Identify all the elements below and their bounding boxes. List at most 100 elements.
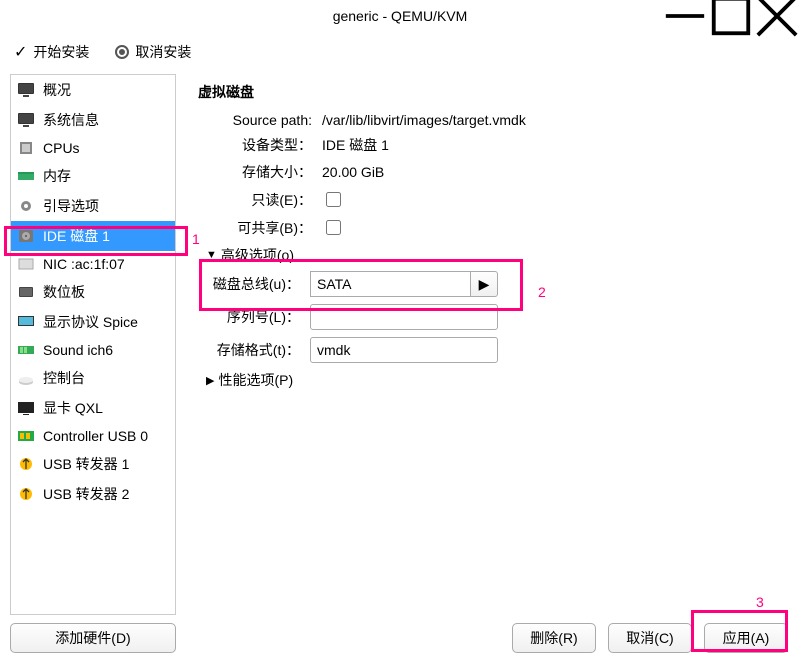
disk-bus-dropdown-button[interactable]: ▶ bbox=[470, 271, 498, 297]
cancel-install-button[interactable]: 取消安装 bbox=[115, 42, 191, 62]
sidebar-item-label: USB 转发器 2 bbox=[43, 484, 129, 504]
sidebar-item-label: 显示协议 Spice bbox=[43, 312, 138, 332]
serial-label: 序列号(L)： bbox=[206, 307, 300, 327]
sidebar-item-label: IDE 磁盘 1 bbox=[43, 226, 110, 246]
usb-redirect-icon bbox=[17, 486, 35, 502]
disk-bus-input[interactable] bbox=[310, 271, 470, 297]
window: generic - QEMU/KVM ✓ 开始安装 取消安装 概况系统信息 CPU… bbox=[0, 0, 800, 661]
section-title: 虚拟磁盘 bbox=[198, 82, 790, 102]
storage-size-label: 存储大小： bbox=[212, 162, 312, 182]
disk-bus-label: 磁盘总线(u)： bbox=[206, 274, 300, 294]
sidebar-item-label: CPUs bbox=[43, 140, 80, 156]
annotation-label-2: 2 bbox=[538, 284, 546, 300]
storage-size-value: 20.00 GiB bbox=[322, 164, 384, 180]
sidebar-item-12[interactable]: Controller USB 0 bbox=[11, 423, 175, 449]
video-icon bbox=[17, 400, 35, 416]
window-title: generic - QEMU/KVM bbox=[333, 8, 468, 24]
sidebar-item-label: USB 转发器 1 bbox=[43, 454, 129, 474]
cancel-install-label: 取消安装 bbox=[135, 42, 191, 62]
titlebar: generic - QEMU/KVM bbox=[0, 0, 800, 32]
sidebar-item-label: 数位板 bbox=[43, 282, 85, 302]
sidebar-item-4[interactable]: 引导选项 bbox=[11, 191, 175, 221]
sidebar-item-3[interactable]: 内存 bbox=[11, 161, 175, 191]
sidebar-item-label: 显卡 QXL bbox=[43, 398, 103, 418]
performance-header[interactable]: ▶ 性能选项(P) bbox=[206, 370, 790, 390]
sidebar-item-9[interactable]: Sound ich6 bbox=[11, 337, 175, 363]
serial-input[interactable] bbox=[310, 304, 498, 330]
storage-format-input[interactable] bbox=[310, 337, 498, 363]
main-panel: 虚拟磁盘 Source path: /var/lib/libvirt/image… bbox=[186, 72, 800, 661]
nic-icon bbox=[17, 256, 35, 272]
disk-form: Source path: /var/lib/libvirt/images/tar… bbox=[212, 112, 790, 238]
cancel-icon bbox=[115, 45, 129, 59]
monitor-icon bbox=[17, 82, 35, 98]
sidebar-item-label: 内存 bbox=[43, 166, 71, 186]
sidebar: 概况系统信息 CPUs 内存引导选项 IDE 磁盘 1 NIC :ac:1f:07 数位板… bbox=[0, 72, 186, 661]
footer: 删除(R) 取消(C) 应用(A) bbox=[512, 623, 788, 653]
ram-icon bbox=[17, 168, 35, 184]
usb-redirect-icon bbox=[17, 456, 35, 472]
cpu-icon bbox=[17, 140, 35, 156]
advanced-body: 磁盘总线(u)： ▶ 序列号(L)： 存储格式(t)： bbox=[206, 271, 790, 363]
shareable-checkbox[interactable] bbox=[326, 220, 341, 235]
disk-icon bbox=[17, 228, 35, 244]
sidebar-item-10[interactable]: 控制台 bbox=[11, 363, 175, 393]
begin-install-button[interactable]: ✓ 开始安装 bbox=[14, 42, 89, 62]
usb-controller-icon bbox=[17, 428, 35, 444]
sidebar-item-label: NIC :ac:1f:07 bbox=[43, 256, 125, 272]
advanced-header[interactable]: ▼ 高级选项(o) bbox=[206, 245, 790, 265]
advanced-expander: ▼ 高级选项(o) 磁盘总线(u)： ▶ 序列号(L)： bbox=[206, 245, 790, 363]
check-icon: ✓ bbox=[14, 42, 27, 62]
add-hardware-button[interactable]: 添加硬件(D) bbox=[10, 623, 176, 653]
chevron-right-icon: ▶ bbox=[479, 276, 490, 293]
sound-icon bbox=[17, 342, 35, 358]
begin-install-label: 开始安装 bbox=[33, 42, 89, 62]
sidebar-item-label: 引导选项 bbox=[43, 196, 99, 216]
sidebar-item-label: 系统信息 bbox=[43, 110, 99, 130]
sidebar-item-5[interactable]: IDE 磁盘 1 bbox=[11, 221, 175, 251]
gear-icon bbox=[17, 198, 35, 214]
close-button[interactable] bbox=[754, 0, 800, 32]
device-type-value: IDE 磁盘 1 bbox=[322, 135, 389, 155]
sidebar-item-7[interactable]: 数位板 bbox=[11, 277, 175, 307]
annotation-label-3: 3 bbox=[756, 594, 764, 610]
cancel-button[interactable]: 取消(C) bbox=[608, 623, 692, 653]
tablet-icon bbox=[17, 284, 35, 300]
container: 概况系统信息 CPUs 内存引导选项 IDE 磁盘 1 NIC :ac:1f:07 数位板… bbox=[0, 72, 800, 661]
sidebar-item-0[interactable]: 概况 bbox=[11, 75, 175, 105]
sidebar-item-13[interactable]: USB 转发器 1 bbox=[11, 449, 175, 479]
sidebar-item-2[interactable]: CPUs bbox=[11, 135, 175, 161]
sidebar-item-6[interactable]: NIC :ac:1f:07 bbox=[11, 251, 175, 277]
minimize-button[interactable] bbox=[662, 0, 708, 32]
triangle-right-icon: ▶ bbox=[206, 374, 214, 387]
triangle-down-icon: ▼ bbox=[206, 249, 217, 261]
console-icon bbox=[17, 370, 35, 386]
device-type-label: 设备类型： bbox=[212, 135, 312, 155]
hardware-list[interactable]: 概况系统信息 CPUs 内存引导选项 IDE 磁盘 1 NIC :ac:1f:07 数位板… bbox=[10, 74, 176, 615]
monitor-icon bbox=[17, 112, 35, 128]
display-icon bbox=[17, 314, 35, 330]
sidebar-item-label: 控制台 bbox=[43, 368, 85, 388]
sidebar-item-label: Controller USB 0 bbox=[43, 428, 148, 444]
source-path-value: /var/lib/libvirt/images/target.vmdk bbox=[322, 112, 526, 128]
sidebar-item-label: 概况 bbox=[43, 80, 71, 100]
annotation-label-1: 1 bbox=[192, 231, 200, 247]
performance-header-label: 性能选项(P) bbox=[218, 370, 293, 390]
advanced-header-label: 高级选项(o) bbox=[221, 245, 294, 265]
readonly-checkbox[interactable] bbox=[326, 192, 341, 207]
readonly-label: 只读(E)： bbox=[212, 190, 312, 210]
window-controls bbox=[662, 0, 800, 32]
add-hardware-label: 添加硬件(D) bbox=[55, 628, 130, 648]
delete-button[interactable]: 删除(R) bbox=[512, 623, 596, 653]
sidebar-item-8[interactable]: 显示协议 Spice bbox=[11, 307, 175, 337]
storage-format-label: 存储格式(t)： bbox=[206, 340, 300, 360]
sidebar-item-11[interactable]: 显卡 QXL bbox=[11, 393, 175, 423]
maximize-button[interactable] bbox=[708, 0, 754, 32]
sidebar-item-1[interactable]: 系统信息 bbox=[11, 105, 175, 135]
source-path-label: Source path: bbox=[212, 112, 312, 128]
sidebar-item-14[interactable]: USB 转发器 2 bbox=[11, 479, 175, 509]
performance-expander: ▶ 性能选项(P) bbox=[206, 370, 790, 390]
sidebar-item-label: Sound ich6 bbox=[43, 342, 113, 358]
apply-button[interactable]: 应用(A) bbox=[704, 623, 788, 653]
disk-bus-combo[interactable]: ▶ bbox=[310, 271, 498, 297]
